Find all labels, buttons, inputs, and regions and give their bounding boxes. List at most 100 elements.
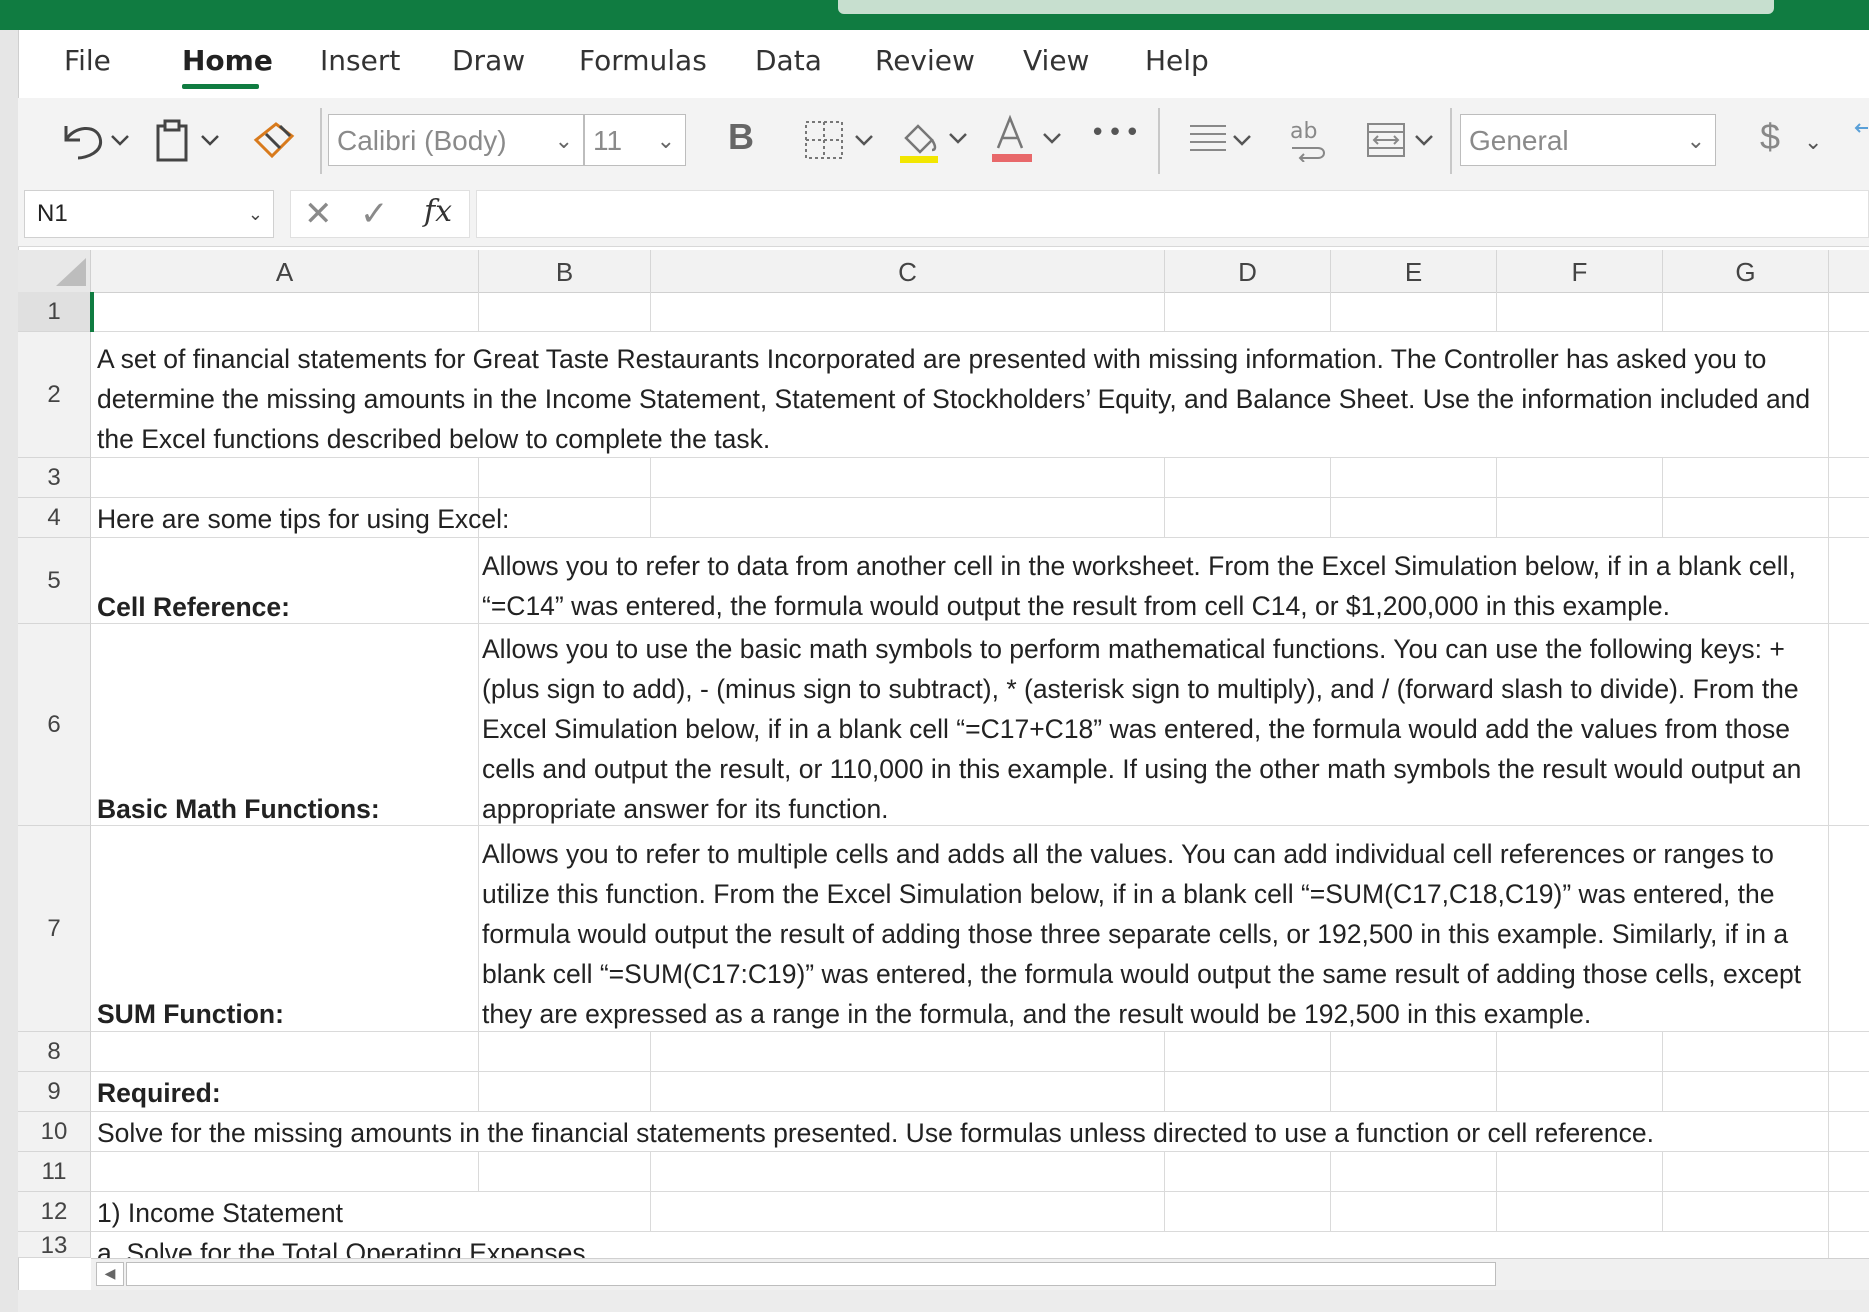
active-tab-indicator [182, 84, 259, 89]
row-header-2[interactable]: 2 [18, 332, 91, 458]
formula-input[interactable] [476, 190, 1869, 238]
tab-insert[interactable]: Insert [320, 44, 400, 77]
cell-a2[interactable]: A set of financial statements for Great … [97, 339, 1825, 459]
grid-line [650, 1152, 651, 1232]
grid-line [1164, 292, 1165, 332]
fill-bucket-icon [900, 124, 967, 163]
ribbon-separator [320, 108, 322, 174]
grid-line [1496, 1152, 1497, 1232]
grid-line [91, 497, 1869, 498]
enter-check-icon[interactable]: ✓ [360, 194, 389, 234]
cell-a6[interactable]: Basic Math Functions: [97, 789, 380, 829]
cell-a4[interactable]: Here are some tips for using Excel: [97, 499, 509, 539]
row-header-11[interactable]: 11 [18, 1152, 91, 1192]
tab-data[interactable]: Data [755, 44, 822, 77]
tab-draw[interactable]: Draw [452, 44, 525, 77]
column-header-f[interactable]: F [1497, 250, 1663, 292]
font-size-combo[interactable]: 11 ⌄ [584, 114, 686, 166]
cell-a12[interactable]: 1) Income Statement [97, 1193, 343, 1233]
cell-b6[interactable]: Allows you to use the basic math symbols… [482, 629, 1828, 829]
row-header-13[interactable]: 13 [18, 1232, 91, 1258]
chevron-down-icon: ⌄ [1804, 129, 1823, 154]
row-header-7[interactable]: 7 [18, 826, 91, 1032]
column-header-d[interactable]: D [1165, 250, 1331, 292]
name-box-value: N1 [37, 200, 68, 227]
grid-line [650, 498, 651, 538]
row-header-10[interactable]: 10 [18, 1112, 91, 1152]
arrow-left-icon [1854, 123, 1868, 133]
tab-formulas[interactable]: Formulas [579, 44, 707, 77]
row-header-9[interactable]: 9 [18, 1072, 91, 1112]
decrease-decimal-button[interactable] [1852, 120, 1869, 164]
merge-center-button[interactable] [1366, 118, 1442, 168]
cancel-icon[interactable]: ✕ [304, 194, 333, 234]
grid-line [478, 292, 479, 332]
row-header-1[interactable]: 1 [18, 292, 91, 332]
grid-line [1828, 292, 1829, 1258]
name-box[interactable]: N1 ⌄ [24, 190, 274, 238]
grid-line [91, 331, 1869, 332]
grid-line [478, 538, 479, 1032]
tab-help[interactable]: Help [1145, 44, 1209, 77]
insert-function-icon[interactable]: fx [424, 194, 452, 229]
paste-button[interactable] [154, 118, 224, 168]
align-icon [1190, 125, 1251, 151]
number-format-combo[interactable]: General ⌄ [1460, 114, 1716, 166]
more-options-button[interactable]: ••• [1090, 118, 1142, 148]
tab-file[interactable]: File [64, 44, 111, 77]
bold-button[interactable]: B [728, 116, 754, 158]
ribbon-separator [1450, 108, 1452, 174]
font-name-combo[interactable]: Calibri (Body) ⌄ [328, 114, 584, 166]
format-painter-button[interactable] [252, 120, 296, 164]
cell-a7[interactable]: SUM Function: [97, 994, 284, 1034]
left-edge [0, 30, 19, 1312]
column-header-b[interactable]: B [479, 250, 651, 292]
grid-line [1164, 1152, 1165, 1232]
grid-line [1330, 458, 1331, 538]
undo-button[interactable] [56, 118, 136, 166]
grid-line [1330, 1032, 1331, 1112]
row-header-5[interactable]: 5 [18, 538, 91, 624]
row-header-8[interactable]: 8 [18, 1032, 91, 1072]
column-header-a[interactable]: A [91, 250, 479, 292]
cell-a13[interactable]: a. Solve for the Total Operating Expense… [97, 1233, 586, 1258]
grid-line [478, 1032, 479, 1112]
active-cell-indicator [90, 292, 94, 332]
column-header-h[interactable] [1829, 250, 1869, 292]
cell-a9[interactable]: Required: [97, 1073, 221, 1113]
grid-line [1662, 458, 1663, 538]
grid-line [1330, 292, 1331, 332]
fill-color-button[interactable] [898, 116, 988, 170]
tab-review[interactable]: Review [875, 44, 975, 77]
format-painter-icon [253, 122, 295, 159]
grid-line [1662, 1152, 1663, 1232]
grid-line [650, 1032, 651, 1112]
grid-line [1164, 458, 1165, 538]
font-name-value: Calibri (Body) [337, 125, 507, 156]
row-header-3[interactable]: 3 [18, 458, 91, 498]
scrollbar-thumb[interactable] [126, 1262, 1496, 1286]
column-header-e[interactable]: E [1331, 250, 1497, 292]
tab-home[interactable]: Home [182, 44, 273, 77]
cell-a5[interactable]: Cell Reference: [97, 587, 290, 627]
search-box[interactable] [838, 0, 1774, 14]
cell-b5[interactable]: Allows you to refer to data from another… [482, 546, 1828, 626]
row-header-6[interactable]: 6 [18, 624, 91, 826]
grid-line [1496, 292, 1497, 332]
cell-a10[interactable]: Solve for the missing amounts in the fin… [97, 1113, 1654, 1153]
row-header-12[interactable]: 12 [18, 1192, 91, 1232]
currency-button[interactable]: $ ⌄ [1760, 116, 1822, 158]
font-color-button[interactable] [992, 114, 1072, 170]
borders-button[interactable] [804, 118, 884, 168]
grid-line [1662, 1032, 1663, 1112]
scroll-left-icon[interactable]: ◀ [96, 1262, 124, 1286]
column-header-c[interactable]: C [651, 250, 1165, 292]
align-button[interactable] [1188, 118, 1258, 168]
chevron-down-icon: ⌄ [1686, 128, 1705, 153]
wrap-text-button[interactable]: ab [1286, 116, 1330, 166]
cell-b7[interactable]: Allows you to refer to multiple cells an… [482, 834, 1828, 1034]
font-size-value: 11 [593, 125, 623, 156]
tab-view[interactable]: View [1023, 44, 1089, 77]
column-header-g[interactable]: G [1663, 250, 1829, 292]
row-header-4[interactable]: 4 [18, 498, 91, 538]
